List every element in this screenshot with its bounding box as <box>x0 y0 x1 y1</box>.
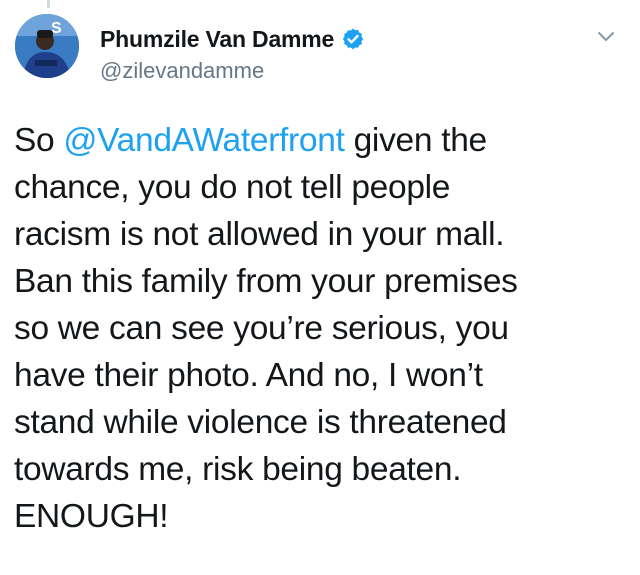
author-display-name[interactable]: Phumzile Van Damme <box>100 26 334 53</box>
author-name-row: Phumzile Van Damme <box>100 24 365 54</box>
tweet-line: Ban this family from your premises <box>14 263 518 300</box>
tweet-card[interactable]: S Phumzile Van Damme @zilevandamme So @V… <box>0 0 640 575</box>
mention-link[interactable]: @VandAWaterfront <box>63 122 345 159</box>
tweet-line: chance, you do not tell people <box>14 169 451 206</box>
chevron-down-icon[interactable] <box>596 30 616 44</box>
tweet-line: stand while violence is threatened <box>14 404 507 441</box>
tweet-text: So @VandAWaterfront given the chance, yo… <box>14 117 614 540</box>
tweet-line: ENOUGH! <box>14 498 169 535</box>
thread-connector-line <box>47 0 50 8</box>
avatar-photo-icon: S <box>15 14 79 78</box>
tweet-line: racism is not allowed in your mall. <box>14 216 505 253</box>
tweet-line: have their photo. And no, I won’t <box>14 357 483 394</box>
avatar[interactable]: S <box>15 14 79 78</box>
tweet-line: so we can see you’re serious, you <box>14 310 509 347</box>
tweet-text-segment: given the <box>344 122 488 159</box>
verified-badge-icon <box>342 28 364 50</box>
tweet-line: So @VandAWaterfront given the <box>14 117 614 164</box>
author-handle[interactable]: @zilevandamme <box>100 58 264 84</box>
tweet-line: towards me, risk being beaten. <box>14 451 462 488</box>
tweet-text-segment: So <box>14 122 64 159</box>
